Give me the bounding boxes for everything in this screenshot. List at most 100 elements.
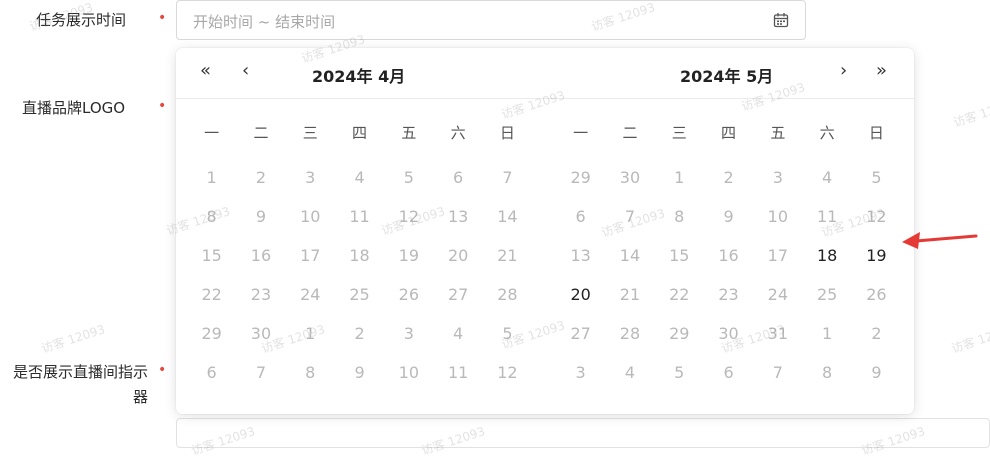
day-cell: 6 (575, 207, 586, 226)
day-cell: 7 (772, 363, 783, 382)
day-cell: 18 (349, 246, 370, 265)
day-cell: 16 (250, 246, 272, 265)
day-cell: 12 (398, 207, 420, 226)
week-row: 1 2 3 4 5 6 7 (187, 158, 545, 197)
day-cell: 30 (718, 324, 739, 343)
day-cell: 2 (871, 324, 882, 343)
weekday-label: 三 (302, 124, 318, 142)
logo-label: 直播品牌LOGO (22, 99, 126, 117)
week-row: 6 7 8 9 10 11 12 (556, 197, 914, 236)
day-cell: 9 (871, 363, 882, 382)
weekday-label: 一 (573, 124, 589, 142)
right-month-title: 2024年 5月 (680, 67, 774, 86)
day-cell: 28 (497, 285, 518, 304)
day-cell: 1 (822, 324, 833, 343)
day-cell: 2 (723, 168, 734, 187)
day-cell: 23 (718, 285, 739, 304)
right-month-panel: 一二三四五六日 29 30 1 2 3 4 5 6 7 8 9 10 11 12 13 14 15 16 17 18 1… (556, 122, 914, 392)
prev-year-button[interactable]: « (200, 60, 211, 81)
day-cell: 11 (816, 207, 838, 226)
left-month-title: 2024年 4月 (312, 67, 406, 86)
day-cell[interactable]: 18 (802, 236, 851, 275)
day-cell[interactable]: 19 (852, 236, 901, 275)
day-cell: 29 (201, 324, 222, 343)
indicator-label-line2: 器 (132, 388, 148, 406)
day-cell: 14 (619, 246, 641, 265)
weekday-header: 一二三四五六日 (556, 122, 914, 158)
day-cell: 6 (453, 168, 464, 187)
day-cell: 30 (619, 168, 641, 187)
picker-header: « ‹ 2024年 4月 2024年 5月 › » (176, 48, 914, 99)
day-cell: 8 (305, 363, 316, 382)
week-row: 6 7 8 9 10 11 12 (187, 353, 545, 392)
day-cell: 15 (201, 246, 222, 265)
indicator-label: 是否展示直播间指示 器 (0, 360, 148, 410)
day-cell: 4 (354, 168, 365, 187)
watermark: 访客 12093 (951, 96, 990, 130)
day-cell: 4 (624, 363, 636, 382)
day-cell: 8 (206, 207, 217, 226)
day-cell: 24 (300, 285, 321, 304)
day-cell: 17 (300, 246, 321, 265)
day-cell: 2 (255, 168, 267, 187)
indicator-label-line1: 是否展示直播间指示 (12, 363, 148, 381)
week-row: 29 30 1 2 3 4 5 (556, 158, 914, 197)
prev-month-button[interactable]: ‹ (242, 60, 249, 81)
day-cell: 27 (570, 324, 591, 343)
week-row: 27 28 29 30 31 1 2 (556, 314, 914, 353)
day-cell: 29 (669, 324, 690, 343)
day-cell: 10 (398, 363, 420, 382)
day-cell: 27 (447, 285, 469, 304)
day-cell: 7 (624, 207, 636, 226)
day-cell: 25 (816, 285, 838, 304)
week-row: 3 4 5 6 7 8 9 (556, 353, 914, 392)
day-cell: 7 (502, 168, 513, 187)
day-cell: 6 (723, 363, 734, 382)
day-cell: 31 (767, 324, 789, 343)
next-month-button[interactable]: › (840, 60, 847, 81)
weekday-label: 二 (622, 124, 638, 142)
weekday-label: 六 (819, 124, 835, 142)
annotation-arrow-icon (902, 232, 978, 249)
day-cell: 26 (866, 285, 887, 304)
weekday-header: 一二三四五六日 (187, 122, 545, 158)
day-cell: 20 (447, 246, 469, 265)
date-range-input[interactable]: 开始时间 ~ 结束时间 (176, 0, 806, 40)
calendar-icon[interactable] (773, 12, 789, 32)
required-mark: • (158, 362, 167, 378)
day-cell: 8 (674, 207, 685, 226)
next-year-button[interactable]: » (876, 60, 887, 81)
day-cell: 22 (669, 285, 690, 304)
day-cell: 1 (674, 168, 685, 187)
week-row: 29 30 1 2 3 4 5 (187, 314, 545, 353)
day-cell: 6 (206, 363, 217, 382)
weekday-label: 五 (401, 124, 417, 142)
day-cell: 11 (349, 207, 370, 226)
date-range-picker: « ‹ 2024年 4月 2024年 5月 › » 一二三四五六日 123456… (176, 48, 914, 414)
weekday-label: 日 (499, 124, 515, 142)
day-cell: 7 (255, 363, 267, 382)
day-cell: 15 (669, 246, 690, 265)
week-row: 8 9 10 11 12 13 14 (187, 197, 545, 236)
indicator-input[interactable] (176, 418, 990, 448)
day-cell: 16 (718, 246, 739, 265)
day-cell: 26 (398, 285, 420, 304)
weekday-label: 五 (770, 124, 786, 142)
left-month-panel: 一二三四五六日 1 2 3 4 5 6 7 8 9 10 11 12 13 14 15 16 17 18 19 20 2… (187, 122, 545, 392)
day-cell: 3 (575, 363, 586, 382)
weekday-label: 六 (450, 124, 466, 142)
watermark: 访客 12093 (39, 322, 107, 356)
day-cell: 2 (354, 324, 365, 343)
day-cell: 14 (497, 207, 518, 226)
day-cell: 29 (570, 168, 591, 187)
day-cell: 10 (300, 207, 321, 226)
day-cell: 5 (502, 324, 513, 343)
day-cell: 5 (871, 168, 882, 187)
day-cell[interactable]: 20 (556, 275, 605, 314)
weekday-label: 二 (253, 124, 269, 142)
right-day-grid: 29 30 1 2 3 4 5 6 7 8 9 10 11 12 13 14 15 16 17 18 19 20 21 22 2… (556, 158, 914, 392)
week-row: 22 23 24 25 26 27 28 (187, 275, 545, 314)
day-cell: 22 (201, 285, 222, 304)
day-cell: 3 (403, 324, 414, 343)
required-mark: • (158, 98, 167, 114)
